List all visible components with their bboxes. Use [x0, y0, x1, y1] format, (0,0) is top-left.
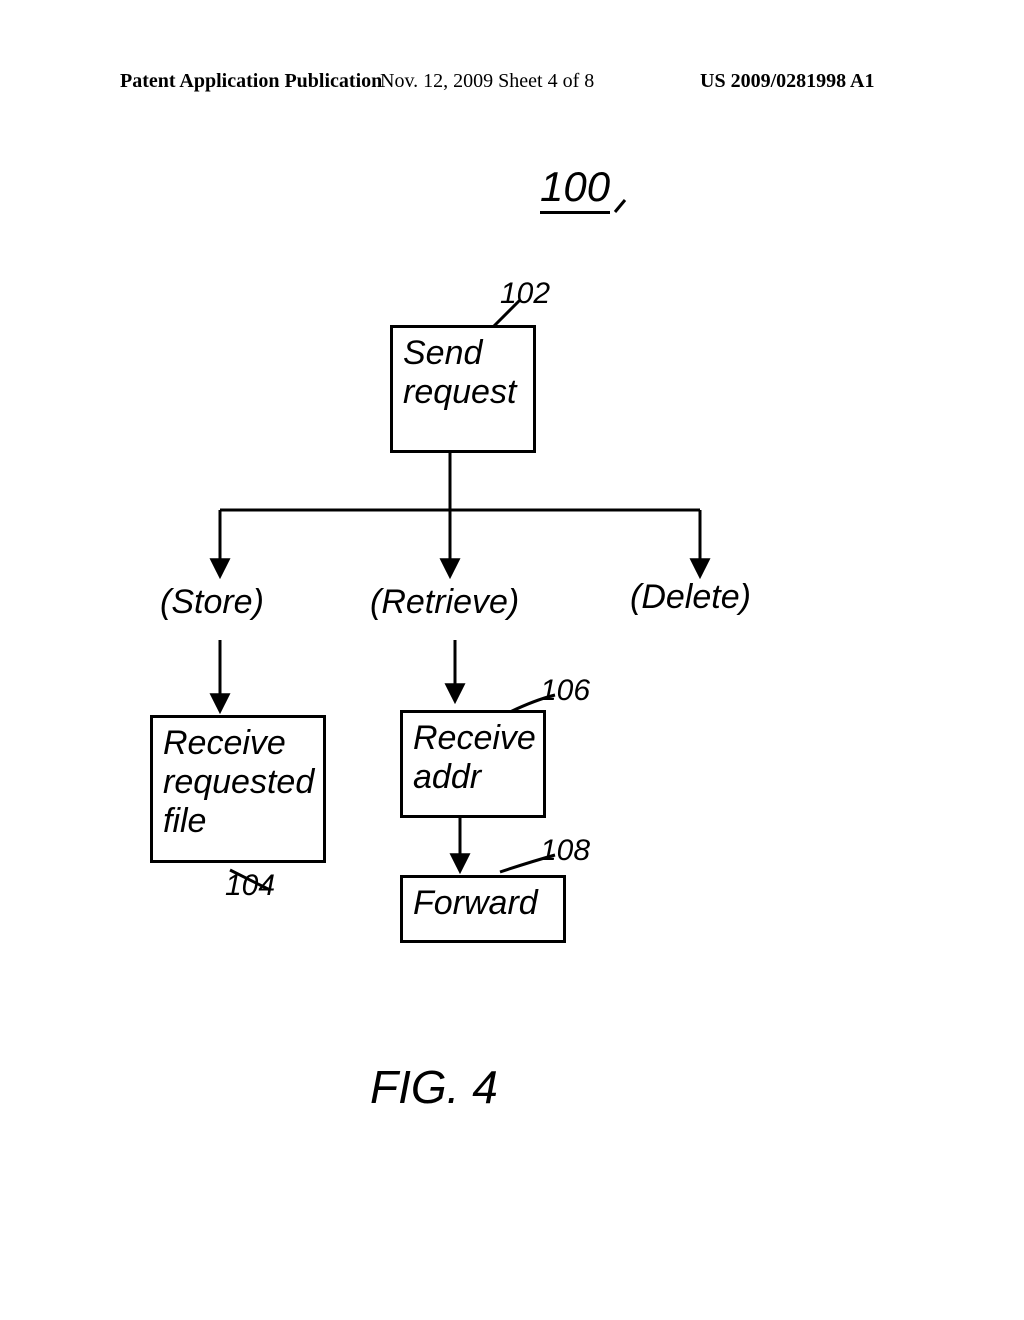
node-receive-file: Receive requested file: [150, 715, 326, 863]
ref-108: 108: [540, 835, 590, 867]
header-left: Patent Application Publication: [120, 70, 382, 93]
node-receive-addr: Receive addr: [400, 710, 546, 818]
figure-caption: FIG. 4: [370, 1060, 498, 1114]
ref-106: 106: [540, 675, 590, 707]
flowchart-connectors: [0, 0, 1024, 1320]
node-delete: (Delete): [630, 580, 751, 616]
node-send-request: Send request: [390, 325, 536, 453]
node-send-request-label: Send request: [403, 334, 516, 411]
ref-102: 102: [500, 278, 550, 310]
header-center: Nov. 12, 2009 Sheet 4 of 8: [380, 70, 594, 93]
header-right: US 2009/0281998 A1: [700, 70, 874, 93]
node-receive-file-label: Receive requested file: [163, 724, 314, 840]
node-store: (Store): [160, 585, 264, 621]
node-forward-label: Forward: [413, 884, 538, 922]
node-receive-addr-label: Receive addr: [413, 719, 536, 796]
ref-104: 104: [225, 870, 275, 902]
patent-figure-page: Patent Application Publication Nov. 12, …: [0, 0, 1024, 1320]
node-retrieve: (Retrieve): [370, 585, 519, 621]
ref-overall: 100: [540, 165, 610, 214]
node-forward: Forward: [400, 875, 566, 943]
